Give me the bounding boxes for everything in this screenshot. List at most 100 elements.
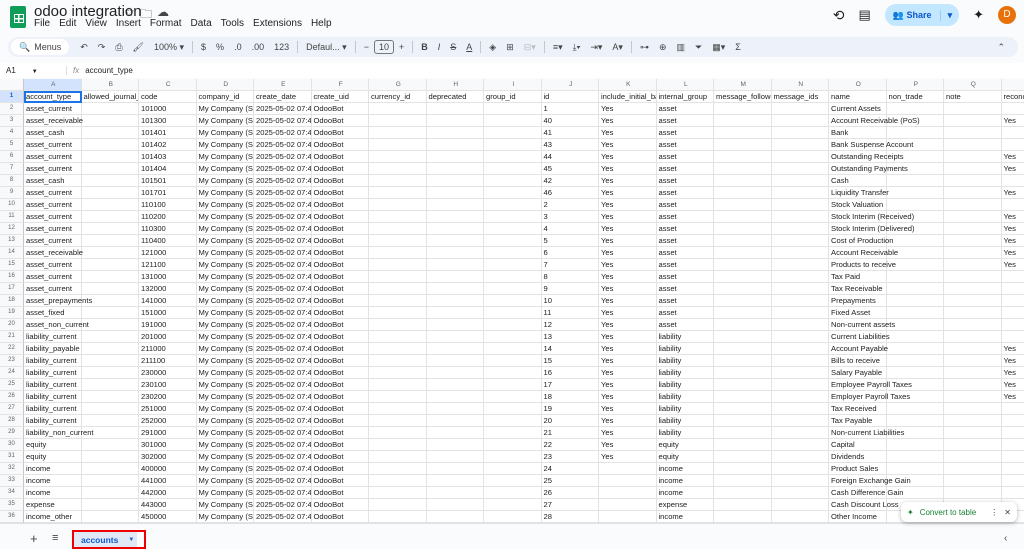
filter-views-icon[interactable]: ▦▾ [707,42,730,53]
cell-E11[interactable]: 2025-05-02 07:4 [254,211,312,223]
cell-R6[interactable]: Yes [1001,151,1024,163]
align-horizontal-icon[interactable]: ≡▾ [548,42,568,53]
cell-H32[interactable] [426,463,484,475]
cell-G23[interactable] [369,355,427,367]
cell-I17[interactable] [484,283,542,295]
menu-data[interactable]: Data [191,18,212,29]
cell-B14[interactable] [81,247,139,259]
cell-K1[interactable]: include_initial_balance [599,91,657,103]
cell-M34[interactable] [714,487,772,499]
cell-J19[interactable]: 11 [541,307,599,319]
cell-G12[interactable] [369,223,427,235]
row-header[interactable]: 35 [0,499,24,511]
cell-F30[interactable]: OdooBot [311,439,369,451]
cell-O26[interactable]: Employer Payroll Taxes [829,391,910,403]
cell-A3[interactable]: asset_receivable [24,115,83,127]
align-vertical-icon[interactable]: ⤓▾ [568,42,586,53]
cell-E26[interactable]: 2025-05-02 07:4 [254,391,312,403]
cell-J1[interactable]: id [541,91,599,103]
cell-J24[interactable]: 16 [541,367,599,379]
cell-B7[interactable] [81,163,139,175]
cell-L9[interactable]: asset [656,187,714,199]
cell-K14[interactable]: Yes [599,247,657,259]
cell-R23[interactable]: Yes [1001,355,1024,367]
cell-N7[interactable] [771,163,829,175]
cell-A10[interactable]: asset_current [24,199,82,211]
cell-N34[interactable] [771,487,829,499]
cell-N25[interactable] [771,379,829,391]
column-header-F[interactable]: F [311,79,369,91]
cell-Q6[interactable] [944,151,1002,163]
column-header-A[interactable]: A [24,79,82,91]
row-header[interactable]: 6 [0,151,24,163]
cell-L2[interactable]: asset [656,103,714,115]
cell-F19[interactable]: OdooBot [311,307,369,319]
cell-K16[interactable]: Yes [599,271,657,283]
cell-Q18[interactable] [944,295,1002,307]
cell-L29[interactable]: liability [656,427,714,439]
cell-F35[interactable]: OdooBot [311,499,369,511]
cell-L25[interactable]: liability [656,379,714,391]
cell-P23[interactable] [886,355,944,367]
cell-J13[interactable]: 5 [541,235,599,247]
cell-Q27[interactable] [944,403,1002,415]
cell-R2[interactable] [1001,103,1024,115]
cell-Q29[interactable] [944,427,1002,439]
cell-E5[interactable]: 2025-05-02 07:4 [254,139,312,151]
cell-M2[interactable] [714,103,772,115]
cell-E2[interactable]: 2025-05-02 07:4 [254,103,312,115]
cell-D29[interactable]: My Company (S [196,427,254,439]
cell-Q5[interactable] [944,139,1002,151]
more-formats-button[interactable]: 123 [269,42,294,52]
cell-B23[interactable] [81,355,139,367]
column-header-E[interactable]: E [254,79,312,91]
cell-L28[interactable]: liability [656,415,714,427]
cell-H27[interactable] [426,403,484,415]
cell-J12[interactable]: 4 [541,223,599,235]
cell-R4[interactable] [1001,127,1024,139]
cell-N14[interactable] [771,247,829,259]
cell-M10[interactable] [714,199,772,211]
cell-N10[interactable] [771,199,829,211]
cell-N13[interactable] [771,235,829,247]
cell-O32[interactable]: Product Sales [829,463,887,475]
cell-N32[interactable] [771,463,829,475]
cell-P2[interactable] [886,103,944,115]
cell-R33[interactable] [1001,475,1024,487]
cell-J25[interactable]: 17 [541,379,599,391]
cell-H22[interactable] [426,343,484,355]
cell-J4[interactable]: 41 [541,127,599,139]
cell-C25[interactable]: 230100 [139,379,197,391]
cell-M29[interactable] [714,427,772,439]
cell-K11[interactable]: Yes [599,211,657,223]
cell-L23[interactable]: liability [656,355,714,367]
cell-O35[interactable]: Cash Discount Loss [829,499,899,511]
cell-C22[interactable]: 211000 [139,343,197,355]
cell-N20[interactable] [771,319,829,331]
print-icon[interactable]: ⎙ [110,42,127,53]
cell-A11[interactable]: asset_current [24,211,82,223]
collapse-toolbar-icon[interactable]: ⌃ [992,42,1010,53]
cell-N6[interactable] [771,151,829,163]
cell-O28[interactable]: Tax Payable [829,415,887,427]
name-box[interactable]: A1 ▼ [0,66,56,75]
cell-B35[interactable] [81,499,139,511]
cell-K23[interactable]: Yes [599,355,657,367]
cell-J30[interactable]: 22 [541,439,599,451]
row-header[interactable]: 11 [0,211,24,223]
cell-N26[interactable] [771,391,829,403]
cell-K12[interactable]: Yes [599,223,657,235]
cell-G27[interactable] [369,403,427,415]
row-header[interactable]: 25 [0,379,24,391]
percent-format-button[interactable]: % [211,42,229,52]
cell-C28[interactable]: 252000 [139,415,197,427]
cell-B21[interactable] [81,331,139,343]
cell-G24[interactable] [369,367,427,379]
cell-E21[interactable]: 2025-05-02 07:4 [254,331,312,343]
cell-L4[interactable]: asset [656,127,714,139]
cell-P32[interactable] [886,463,944,475]
cell-H10[interactable] [426,199,484,211]
cell-H35[interactable] [426,499,484,511]
cell-Q1[interactable]: note [944,91,1002,103]
cell-N11[interactable] [771,211,829,223]
